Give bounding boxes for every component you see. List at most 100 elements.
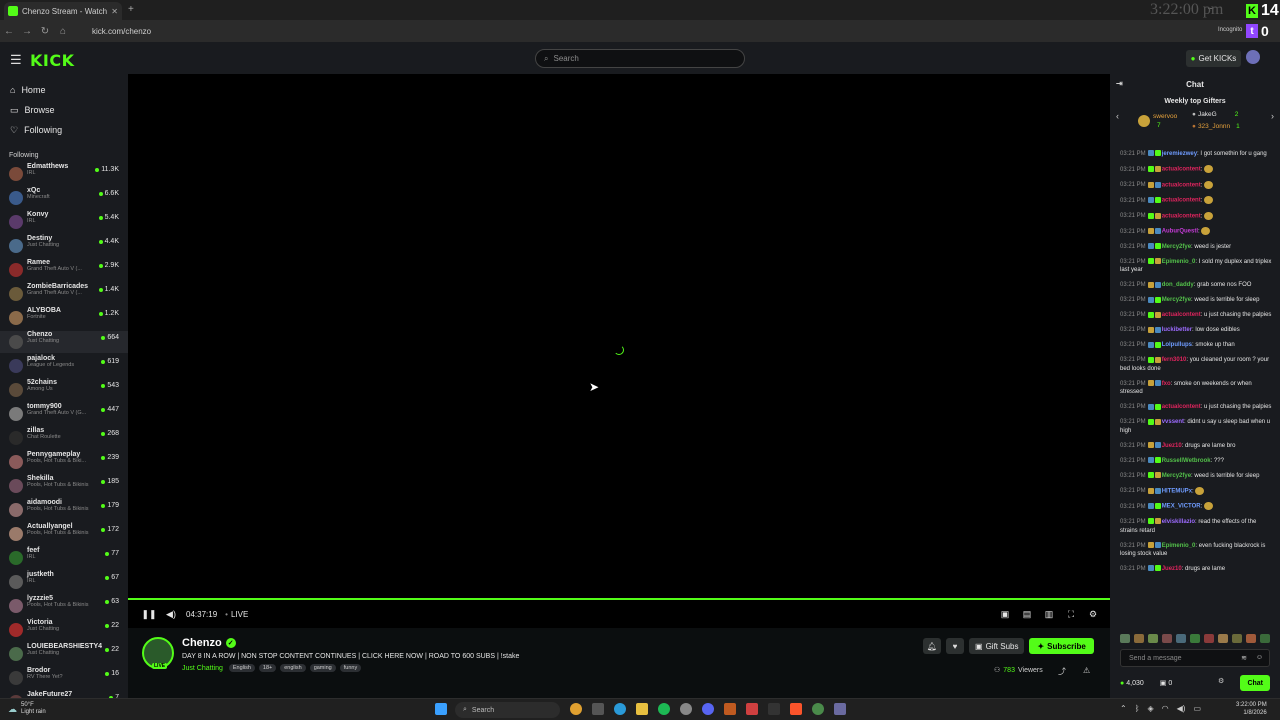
message-username[interactable]: actualcontent <box>1162 404 1201 410</box>
message-username[interactable]: Lolpullups <box>1162 342 1192 348</box>
channel-item[interactable]: 52chains Among Us 543 <box>0 379 128 401</box>
chevron-up-icon[interactable]: ⌃ <box>1120 704 1127 713</box>
chat-send-button[interactable]: Chat <box>1240 675 1270 691</box>
home-browser-icon[interactable]: ⌂ <box>54 26 72 37</box>
channel-item[interactable]: Edmatthews IRL 11.3K <box>0 163 128 185</box>
gifter-3[interactable]: ● 323_Jonnn 1 <box>1192 123 1240 130</box>
taskbar-search[interactable]: ⌕ Search <box>455 702 560 718</box>
channel-item[interactable]: Victoria Just Chatting 22 <box>0 619 128 641</box>
fullscreen-icon[interactable]: ⛶ <box>1060 609 1082 620</box>
emote-icon[interactable] <box>1260 634 1270 643</box>
message-username[interactable]: Epimenio_0 <box>1162 543 1196 549</box>
channel-item[interactable]: xQc Minecraft 6.6K <box>0 187 128 209</box>
channel-item[interactable]: Konvy IRL 5.4K <box>0 211 128 233</box>
emoji-icon[interactable]: ☺ <box>1256 654 1263 661</box>
message-username[interactable]: actualcontent <box>1162 198 1201 204</box>
emote-icon[interactable] <box>1246 634 1256 643</box>
prev-arrow-icon[interactable]: ‹ <box>1116 111 1119 121</box>
chat-settings-icon[interactable]: ⚙ <box>1218 677 1224 685</box>
settings-gear-icon[interactable]: ⚙ <box>1082 609 1104 620</box>
channel-item[interactable]: justketh IRL 67 <box>0 571 128 593</box>
windows-start-icon[interactable] <box>435 703 447 715</box>
terminal-icon[interactable] <box>768 703 780 715</box>
video-player[interactable] <box>128 74 1110 599</box>
close-tab-icon[interactable]: ✕ <box>111 7 118 16</box>
emote-icon[interactable] <box>1218 634 1228 643</box>
subscribe-button[interactable]: ✦ Subscribe <box>1029 638 1094 654</box>
volume-icon[interactable]: ◀) <box>160 609 182 620</box>
message-username[interactable]: HITEMUPx <box>1162 488 1192 494</box>
message-username[interactable]: Mercy2fye <box>1162 297 1191 303</box>
reload-icon[interactable]: ↻ <box>36 26 54 37</box>
message-username[interactable]: Juez10 <box>1162 566 1182 572</box>
spotify-icon[interactable] <box>658 703 670 715</box>
back-icon[interactable]: ← <box>0 26 18 37</box>
hamburger-menu-icon[interactable]: ☰ <box>10 52 22 68</box>
channel-item[interactable]: JakeFuture27Just Chatting7 <box>0 691 128 698</box>
message-username[interactable]: luckibetter <box>1162 327 1192 333</box>
stream-tag[interactable]: english <box>280 664 306 672</box>
message-username[interactable]: actualcontent <box>1162 182 1201 188</box>
channel-item[interactable]: Ramee Grand Theft Auto V (... 2.9K <box>0 259 128 281</box>
pip-icon[interactable]: ▥ <box>1038 609 1060 620</box>
task-view-icon[interactable] <box>592 703 604 715</box>
stream-tag[interactable]: gaming <box>309 664 336 672</box>
wifi-icon[interactable]: ◠ <box>1162 704 1169 713</box>
message-username[interactable]: Mercy2fye <box>1162 244 1191 250</box>
app-tray-icon[interactable]: ◈ <box>1148 704 1154 713</box>
stream-tag[interactable]: English <box>228 664 255 672</box>
emote-icon[interactable] <box>1190 634 1200 643</box>
app-icon[interactable] <box>834 703 846 715</box>
streamer-name[interactable]: Chenzo <box>182 637 222 649</box>
discord-icon[interactable] <box>702 703 714 715</box>
chrome-icon[interactable] <box>570 703 582 715</box>
channel-item[interactable]: pajalock League of Legends 619 <box>0 355 128 377</box>
message-username[interactable]: fxo <box>1162 381 1171 387</box>
message-username[interactable]: RussellWetbrook <box>1162 458 1211 464</box>
message-username[interactable]: MEX_VICTOR <box>1162 504 1201 510</box>
emote-icon[interactable] <box>1232 634 1242 643</box>
system-clock[interactable]: 3:22:00 PM 1/8/2026 <box>1236 701 1267 717</box>
emote-icon[interactable] <box>1162 634 1172 643</box>
channel-item[interactable]: LOUIEBEARSHIESTY4 Just Chatting 22 <box>0 643 128 665</box>
battery-icon[interactable]: ▭ <box>1193 704 1201 713</box>
notification-bell-icon[interactable]: 🔔︎ <box>923 638 941 654</box>
category-link[interactable]: Just Chatting <box>182 665 223 672</box>
emote-icon[interactable] <box>1120 634 1130 643</box>
url-field[interactable]: kick.com/chenzo <box>92 27 151 36</box>
app-icon[interactable] <box>746 703 758 715</box>
message-username[interactable]: actualcontent <box>1162 312 1201 318</box>
message-username[interactable]: actualcontent <box>1162 167 1201 173</box>
theater-mode-icon[interactable]: ▣ <box>994 609 1016 620</box>
channel-item[interactable]: Destiny Just Chatting 4.4K <box>0 235 128 257</box>
gifter-1[interactable]: swervoo <box>1153 113 1177 120</box>
emote-icon[interactable] <box>1176 634 1186 643</box>
sidebar-item-home[interactable]: ⌂ Home <box>0 80 128 100</box>
sidebar-item-browse[interactable]: ▭ Browse <box>0 100 128 120</box>
emote-picker-icon[interactable]: ≋ <box>1241 654 1247 662</box>
channel-item[interactable]: Chenzo Just Chatting 664 <box>0 331 128 353</box>
file-explorer-icon[interactable] <box>636 703 648 715</box>
emote-icon[interactable] <box>1134 634 1144 643</box>
message-username[interactable]: fern3010 <box>1162 357 1187 363</box>
report-warning-icon[interactable]: ⚠ <box>1083 666 1090 675</box>
get-kicks-button[interactable]: ● Get KICKs <box>1186 50 1241 67</box>
gifter-2[interactable]: ● JakeG 2 <box>1192 111 1238 118</box>
message-username[interactable]: Juez10 <box>1162 443 1182 449</box>
message-username[interactable]: actualcontent <box>1162 213 1201 219</box>
weather-widget[interactable]: ☁ 50°F Light rain <box>8 702 46 716</box>
channel-item[interactable]: Actuallyangel Pools, Hot Tubs & Bikinis 17… <box>0 523 128 545</box>
emote-icon[interactable] <box>1148 634 1158 643</box>
chrome-icon[interactable] <box>812 703 824 715</box>
settings-icon[interactable] <box>680 703 692 715</box>
share-icon[interactable]: ⤴ <box>1058 666 1066 677</box>
kick-logo[interactable]: KICK <box>30 51 75 70</box>
clip-icon[interactable]: ▤ <box>1016 609 1038 620</box>
brave-icon[interactable] <box>790 703 802 715</box>
channel-item[interactable]: lyzzzie5 Pools, Hot Tubs & Bikinis 63 <box>0 595 128 617</box>
gift-subs-button[interactable]: ▣ Gift Subs <box>969 638 1025 654</box>
sidebar-item-following[interactable]: ♡ Following <box>0 120 128 140</box>
message-username[interactable]: Epimenio_0 <box>1162 259 1196 265</box>
speaker-icon[interactable]: ◀) <box>1177 704 1186 713</box>
message-username[interactable]: don_daddy <box>1162 282 1194 288</box>
